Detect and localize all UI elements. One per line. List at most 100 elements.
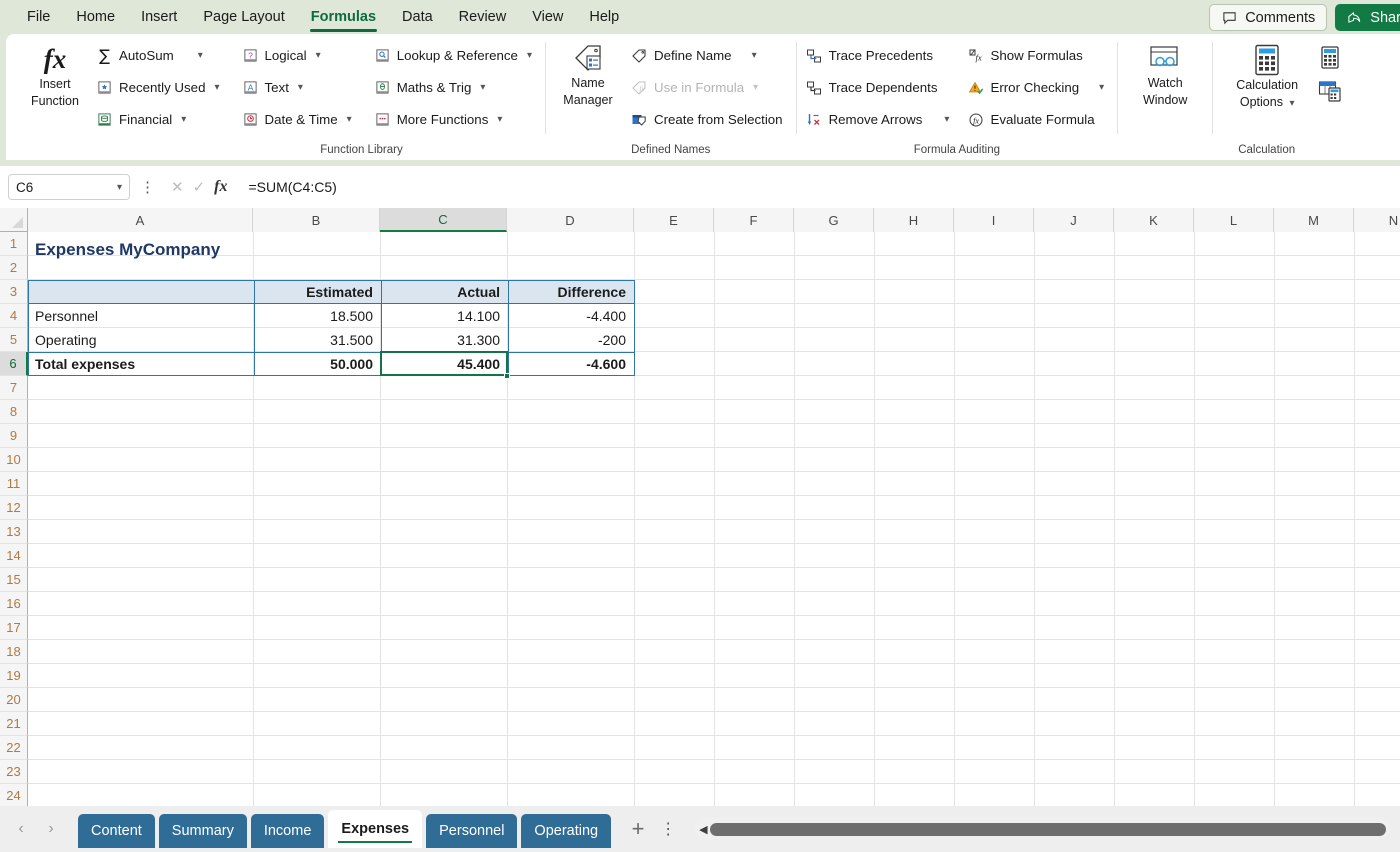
ribbon-tab-view[interactable]: View bbox=[519, 5, 576, 30]
share-button[interactable]: Share bbox=[1335, 4, 1400, 31]
chevron-down-icon[interactable]: ▾ bbox=[298, 82, 303, 93]
row-header-16[interactable]: 16 bbox=[0, 592, 28, 616]
row-header-24[interactable]: 24 bbox=[0, 784, 28, 808]
ribbon-tab-review[interactable]: Review bbox=[446, 5, 520, 30]
name-manager-button[interactable]: Name Manager bbox=[553, 40, 623, 135]
more-sheets-button[interactable]: ⋮ bbox=[655, 819, 681, 839]
chevron-down-icon[interactable]: ▾ bbox=[316, 50, 321, 61]
ribbon-tab-insert[interactable]: Insert bbox=[128, 5, 190, 30]
maths-trig-button[interactable]: Maths & Trig ▾ bbox=[372, 72, 538, 103]
sheet-tab-expenses[interactable]: Expenses bbox=[328, 810, 422, 848]
watch-window-button[interactable]: Watch Window bbox=[1128, 40, 1202, 108]
row-header-10[interactable]: 10 bbox=[0, 448, 28, 472]
define-name-button[interactable]: Define Name ▾ bbox=[629, 40, 789, 71]
row-header-11[interactable]: 11 bbox=[0, 472, 28, 496]
column-header-H[interactable]: H bbox=[874, 208, 954, 232]
insert-function-button[interactable]: fx Insert Function bbox=[20, 40, 90, 135]
previous-sheet-button[interactable]: ‹ bbox=[6, 814, 36, 844]
ribbon-tab-file[interactable]: File bbox=[14, 5, 63, 30]
cell-A5[interactable]: Operating bbox=[28, 328, 254, 352]
row-header-12[interactable]: 12 bbox=[0, 496, 28, 520]
ribbon-tab-help[interactable]: Help bbox=[576, 5, 632, 30]
sheet-tab-summary[interactable]: Summary bbox=[159, 814, 247, 848]
fx-icon[interactable]: fx bbox=[214, 178, 227, 196]
error-checking-button[interactable]: Error Checking ▾ bbox=[965, 72, 1110, 103]
row-header-7[interactable]: 7 bbox=[0, 376, 28, 400]
calculation-options-button[interactable]: Calculation Options ▾ bbox=[1221, 40, 1313, 111]
chevron-down-icon[interactable]: ▾ bbox=[480, 82, 485, 93]
scroll-left-arrow-icon[interactable]: ◀ bbox=[699, 823, 707, 836]
add-sheet-button[interactable]: + bbox=[621, 812, 655, 846]
chevron-down-icon[interactable]: ▾ bbox=[117, 182, 122, 193]
column-header-M[interactable]: M bbox=[1274, 208, 1354, 232]
recently-used-button[interactable]: Recently Used ▾ bbox=[94, 72, 226, 103]
show-formulas-button[interactable]: fx Show Formulas bbox=[965, 40, 1110, 71]
row-header-2[interactable]: 2 bbox=[0, 256, 28, 280]
cell-A4[interactable]: Personnel bbox=[28, 304, 254, 328]
enter-icon[interactable]: ✓ bbox=[193, 178, 206, 196]
cell-D3[interactable]: Difference bbox=[508, 280, 635, 304]
row-header-9[interactable]: 9 bbox=[0, 424, 28, 448]
chevron-down-icon[interactable]: ▾ bbox=[752, 50, 757, 61]
row-header-1[interactable]: 1 bbox=[0, 232, 28, 256]
text-button[interactable]: A Text ▾ bbox=[240, 72, 358, 103]
cell-D4[interactable]: -4.400 bbox=[508, 304, 635, 328]
ribbon-tab-page-layout[interactable]: Page Layout bbox=[190, 5, 297, 30]
row-header-15[interactable]: 15 bbox=[0, 568, 28, 592]
more-functions-button[interactable]: More Functions ▾ bbox=[372, 104, 538, 135]
chevron-down-icon[interactable]: ▾ bbox=[198, 50, 203, 61]
next-sheet-button[interactable]: › bbox=[36, 814, 66, 844]
cell-C4[interactable]: 14.100 bbox=[381, 304, 508, 328]
chevron-down-icon[interactable]: ▾ bbox=[1099, 82, 1104, 93]
evaluate-formula-button[interactable]: fx Evaluate Formula bbox=[965, 104, 1110, 135]
row-header-8[interactable]: 8 bbox=[0, 400, 28, 424]
cancel-icon[interactable]: ✕ bbox=[171, 178, 184, 196]
cell-B3[interactable]: Estimated bbox=[254, 280, 381, 304]
ribbon-tab-formulas[interactable]: Formulas bbox=[298, 5, 389, 30]
ribbon-tab-home[interactable]: Home bbox=[63, 5, 128, 30]
sheet-tab-operating[interactable]: Operating bbox=[521, 814, 611, 848]
formula-input[interactable]: =SUM(C4:C5) bbox=[239, 174, 1392, 200]
row-header-6[interactable]: 6 bbox=[0, 352, 28, 376]
use-in-formula-button[interactable]: fx Use in Formula ▾ bbox=[629, 72, 789, 103]
column-header-N[interactable]: N bbox=[1354, 208, 1400, 232]
logical-button[interactable]: ? Logical ▾ bbox=[240, 40, 358, 71]
sheet-tab-income[interactable]: Income bbox=[251, 814, 325, 848]
chevron-down-icon[interactable]: ▾ bbox=[753, 82, 758, 93]
row-header-3[interactable]: 3 bbox=[0, 280, 28, 304]
ribbon-tab-data[interactable]: Data bbox=[389, 5, 446, 30]
row-header-18[interactable]: 18 bbox=[0, 640, 28, 664]
chevron-down-icon[interactable]: ▾ bbox=[181, 114, 186, 125]
row-header-22[interactable]: 22 bbox=[0, 736, 28, 760]
row-header-13[interactable]: 13 bbox=[0, 520, 28, 544]
name-box[interactable]: C6 ▾ bbox=[8, 174, 130, 200]
cell-C6[interactable]: 45.400 bbox=[381, 352, 508, 376]
fill-handle[interactable] bbox=[504, 373, 510, 379]
cell-B6[interactable]: 50.000 bbox=[254, 352, 381, 376]
trace-dependents-button[interactable]: Trace Dependents bbox=[804, 72, 956, 103]
row-header-14[interactable]: 14 bbox=[0, 544, 28, 568]
column-header-C[interactable]: C bbox=[380, 208, 507, 232]
calculate-sheet-icon[interactable] bbox=[1317, 80, 1343, 102]
row-header-20[interactable]: 20 bbox=[0, 688, 28, 712]
column-header-L[interactable]: L bbox=[1194, 208, 1274, 232]
lookup-reference-button[interactable]: Lookup & Reference ▾ bbox=[372, 40, 538, 71]
formula-bar-options-icon[interactable]: ⋮ bbox=[136, 178, 159, 196]
select-all-button[interactable] bbox=[0, 208, 28, 232]
financial-button[interactable]: Financial ▾ bbox=[94, 104, 226, 135]
cell-A3[interactable] bbox=[28, 280, 254, 304]
comments-button[interactable]: Comments bbox=[1209, 4, 1327, 31]
column-header-J[interactable]: J bbox=[1034, 208, 1114, 232]
calculate-now-icon[interactable] bbox=[1317, 46, 1343, 70]
column-header-F[interactable]: F bbox=[714, 208, 794, 232]
create-from-selection-button[interactable]: Create from Selection bbox=[629, 104, 789, 135]
sheet-tab-personnel[interactable]: Personnel bbox=[426, 814, 517, 848]
cell-D5[interactable]: -200 bbox=[508, 328, 635, 352]
row-header-19[interactable]: 19 bbox=[0, 664, 28, 688]
column-header-K[interactable]: K bbox=[1114, 208, 1194, 232]
column-header-A[interactable]: A bbox=[28, 208, 253, 232]
date-time-button[interactable]: Date & Time ▾ bbox=[240, 104, 358, 135]
row-header-17[interactable]: 17 bbox=[0, 616, 28, 640]
chevron-down-icon[interactable]: ▾ bbox=[214, 82, 219, 93]
remove-arrows-button[interactable]: Remove Arrows ▾ bbox=[804, 104, 956, 135]
